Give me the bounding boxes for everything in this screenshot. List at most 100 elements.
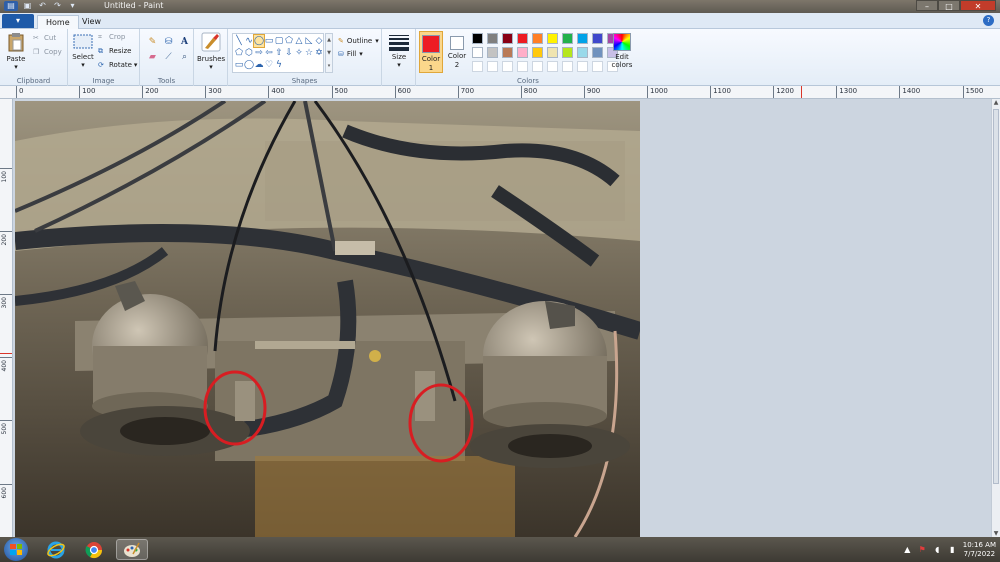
color1-button[interactable]: Color 1 (419, 31, 443, 73)
diamond-shape-icon[interactable]: ◇ (314, 35, 324, 47)
left-arrow-shape-icon[interactable]: ⇦ (264, 47, 274, 59)
triangle-shape-icon[interactable]: △ (294, 35, 304, 47)
undo-icon[interactable]: ↶ (37, 1, 48, 11)
file-menu-tab[interactable]: ▾ (2, 14, 34, 28)
select-button[interactable]: Select ▾ (70, 34, 96, 69)
clock[interactable]: 10:16 AM 7/7/2022 (963, 541, 996, 559)
palette-color-r2-c4[interactable] (517, 47, 528, 58)
rounded-rectangle-shape-icon[interactable]: ▢ (274, 35, 284, 47)
save-icon[interactable]: ▣ (22, 1, 33, 11)
right-arrow-shape-icon[interactable]: ⇨ (254, 47, 264, 59)
rectangle-shape-icon[interactable]: ▭ (264, 35, 274, 47)
tab-home[interactable]: Home (37, 15, 79, 29)
palette-custom-slot-5[interactable] (532, 61, 543, 72)
clock-date: 7/7/2022 (963, 549, 996, 558)
palette-color-r2-c1[interactable] (472, 47, 483, 58)
five-point-star-shape-icon[interactable]: ☆ (304, 47, 314, 59)
edit-colors-button[interactable]: Edit colors (610, 31, 634, 69)
scroll-up-icon[interactable]: ▲ (992, 99, 1000, 106)
ruler-h-tick: 800 (520, 86, 537, 98)
pentagon-shape-icon[interactable]: ⬠ (234, 47, 244, 59)
cut-button[interactable]: ✂ Cut (33, 34, 56, 42)
taskbar-internet-explorer[interactable] (40, 539, 72, 560)
palette-custom-slot-9[interactable] (592, 61, 603, 72)
rotate-button[interactable]: ⟳ Rotate ▾ (98, 61, 137, 69)
network-signal-icon[interactable]: ▮ (948, 545, 957, 554)
lightning-shape-icon[interactable]: ϟ (274, 59, 284, 71)
color-picker-icon[interactable]: ⟋ (162, 52, 175, 63)
help-icon[interactable]: ? (983, 15, 994, 26)
paste-button[interactable]: Paste ▾ (4, 32, 28, 71)
show-hidden-icons-icon[interactable]: ▲ (903, 545, 912, 554)
palette-color-r1-c3[interactable] (502, 33, 513, 44)
palette-custom-slot-4[interactable] (517, 61, 528, 72)
palette-custom-slot-6[interactable] (547, 61, 558, 72)
down-arrow-shape-icon[interactable]: ⇩ (284, 47, 294, 59)
volume-icon[interactable]: ◖ (933, 545, 942, 554)
palette-color-r1-c7[interactable] (562, 33, 573, 44)
tab-view[interactable]: View (74, 15, 109, 29)
palette-color-r1-c1[interactable] (472, 33, 483, 44)
palette-color-r2-c7[interactable] (562, 47, 573, 58)
curve-shape-icon[interactable]: ∿ (244, 35, 254, 47)
outline-button[interactable]: ✎ Outline ▾ (338, 34, 379, 47)
resize-button[interactable]: ⧉ Resize (98, 47, 131, 55)
up-arrow-shape-icon[interactable]: ⇧ (274, 47, 284, 59)
palette-color-r2-c8[interactable] (577, 47, 588, 58)
palette-color-r2-c3[interactable] (502, 47, 513, 58)
palette-color-r1-c5[interactable] (532, 33, 543, 44)
customize-qat-icon[interactable]: ▾ (67, 1, 78, 11)
heart-shape-icon[interactable]: ♡ (264, 59, 274, 71)
palette-color-r1-c4[interactable] (517, 33, 528, 44)
pencil-icon[interactable]: ✎ (146, 37, 159, 48)
palette-custom-slot-3[interactable] (502, 61, 513, 72)
close-button[interactable]: ✕ (960, 0, 996, 11)
eraser-icon[interactable]: ▰ (146, 52, 159, 63)
six-point-star-shape-icon[interactable]: ✡ (314, 47, 324, 59)
shapes-scroll[interactable]: ▲ ▼ ▾ (325, 33, 333, 73)
palette-color-r2-c5[interactable] (532, 47, 543, 58)
hexagon-shape-icon[interactable]: ⬡ (244, 47, 254, 59)
maximize-button[interactable]: □ (938, 0, 960, 11)
callout-cloud-shape-icon[interactable]: ☁ (254, 59, 264, 71)
minimize-button[interactable]: – (916, 0, 938, 11)
palette-custom-slot-2[interactable] (487, 61, 498, 72)
palette-custom-slot-8[interactable] (577, 61, 588, 72)
taskbar-paint[interactable] (116, 539, 148, 560)
palette-color-r2-c9[interactable] (592, 47, 603, 58)
drawing-canvas[interactable] (15, 101, 640, 537)
text-tool-icon[interactable]: A (178, 37, 191, 48)
palette-color-r1-c6[interactable] (547, 33, 558, 44)
four-point-star-shape-icon[interactable]: ✧ (294, 47, 304, 59)
action-center-flag-icon[interactable]: ⚑ (918, 545, 927, 554)
oval-shape-icon[interactable]: ◯ (253, 34, 265, 48)
fill-button[interactable]: ⛁ Fill ▾ (338, 47, 379, 60)
polygon-shape-icon[interactable]: ⬠ (284, 35, 294, 47)
scroll-down-icon[interactable]: ▼ (992, 530, 1000, 537)
taskbar-chrome[interactable] (78, 539, 110, 560)
brushes-button[interactable]: Brushes ▾ (197, 32, 225, 71)
vertical-scrollbar[interactable]: ▲ ▼ (991, 99, 1000, 537)
callout-rect-shape-icon[interactable]: ▭ (234, 59, 244, 71)
palette-color-r2-c2[interactable] (487, 47, 498, 58)
copy-icon: ❐ (33, 48, 40, 56)
start-button[interactable] (4, 538, 28, 561)
line-shape-icon[interactable]: ╲ (234, 35, 244, 47)
copy-button[interactable]: ❐ Copy (33, 48, 62, 56)
paint-menu-icon[interactable]: ▤ (4, 1, 18, 11)
callout-oval-shape-icon[interactable]: ◯ (244, 59, 254, 71)
magnifier-icon[interactable]: ⌕ (178, 52, 191, 63)
crop-button[interactable]: ⌗ Crop (98, 33, 125, 41)
palette-color-r1-c9[interactable] (592, 33, 603, 44)
redo-icon[interactable]: ↷ (52, 1, 63, 11)
palette-color-r1-c2[interactable] (487, 33, 498, 44)
palette-custom-slot-1[interactable] (472, 61, 483, 72)
palette-custom-slot-7[interactable] (562, 61, 573, 72)
size-button[interactable]: Size ▾ (385, 31, 413, 69)
fill-bucket-icon[interactable]: ⛁ (162, 37, 175, 48)
scroll-thumb[interactable] (993, 109, 999, 484)
palette-color-r2-c6[interactable] (547, 47, 558, 58)
color2-button[interactable]: Color 2 (445, 31, 469, 73)
palette-color-r1-c8[interactable] (577, 33, 588, 44)
right-triangle-shape-icon[interactable]: ◺ (304, 35, 314, 47)
